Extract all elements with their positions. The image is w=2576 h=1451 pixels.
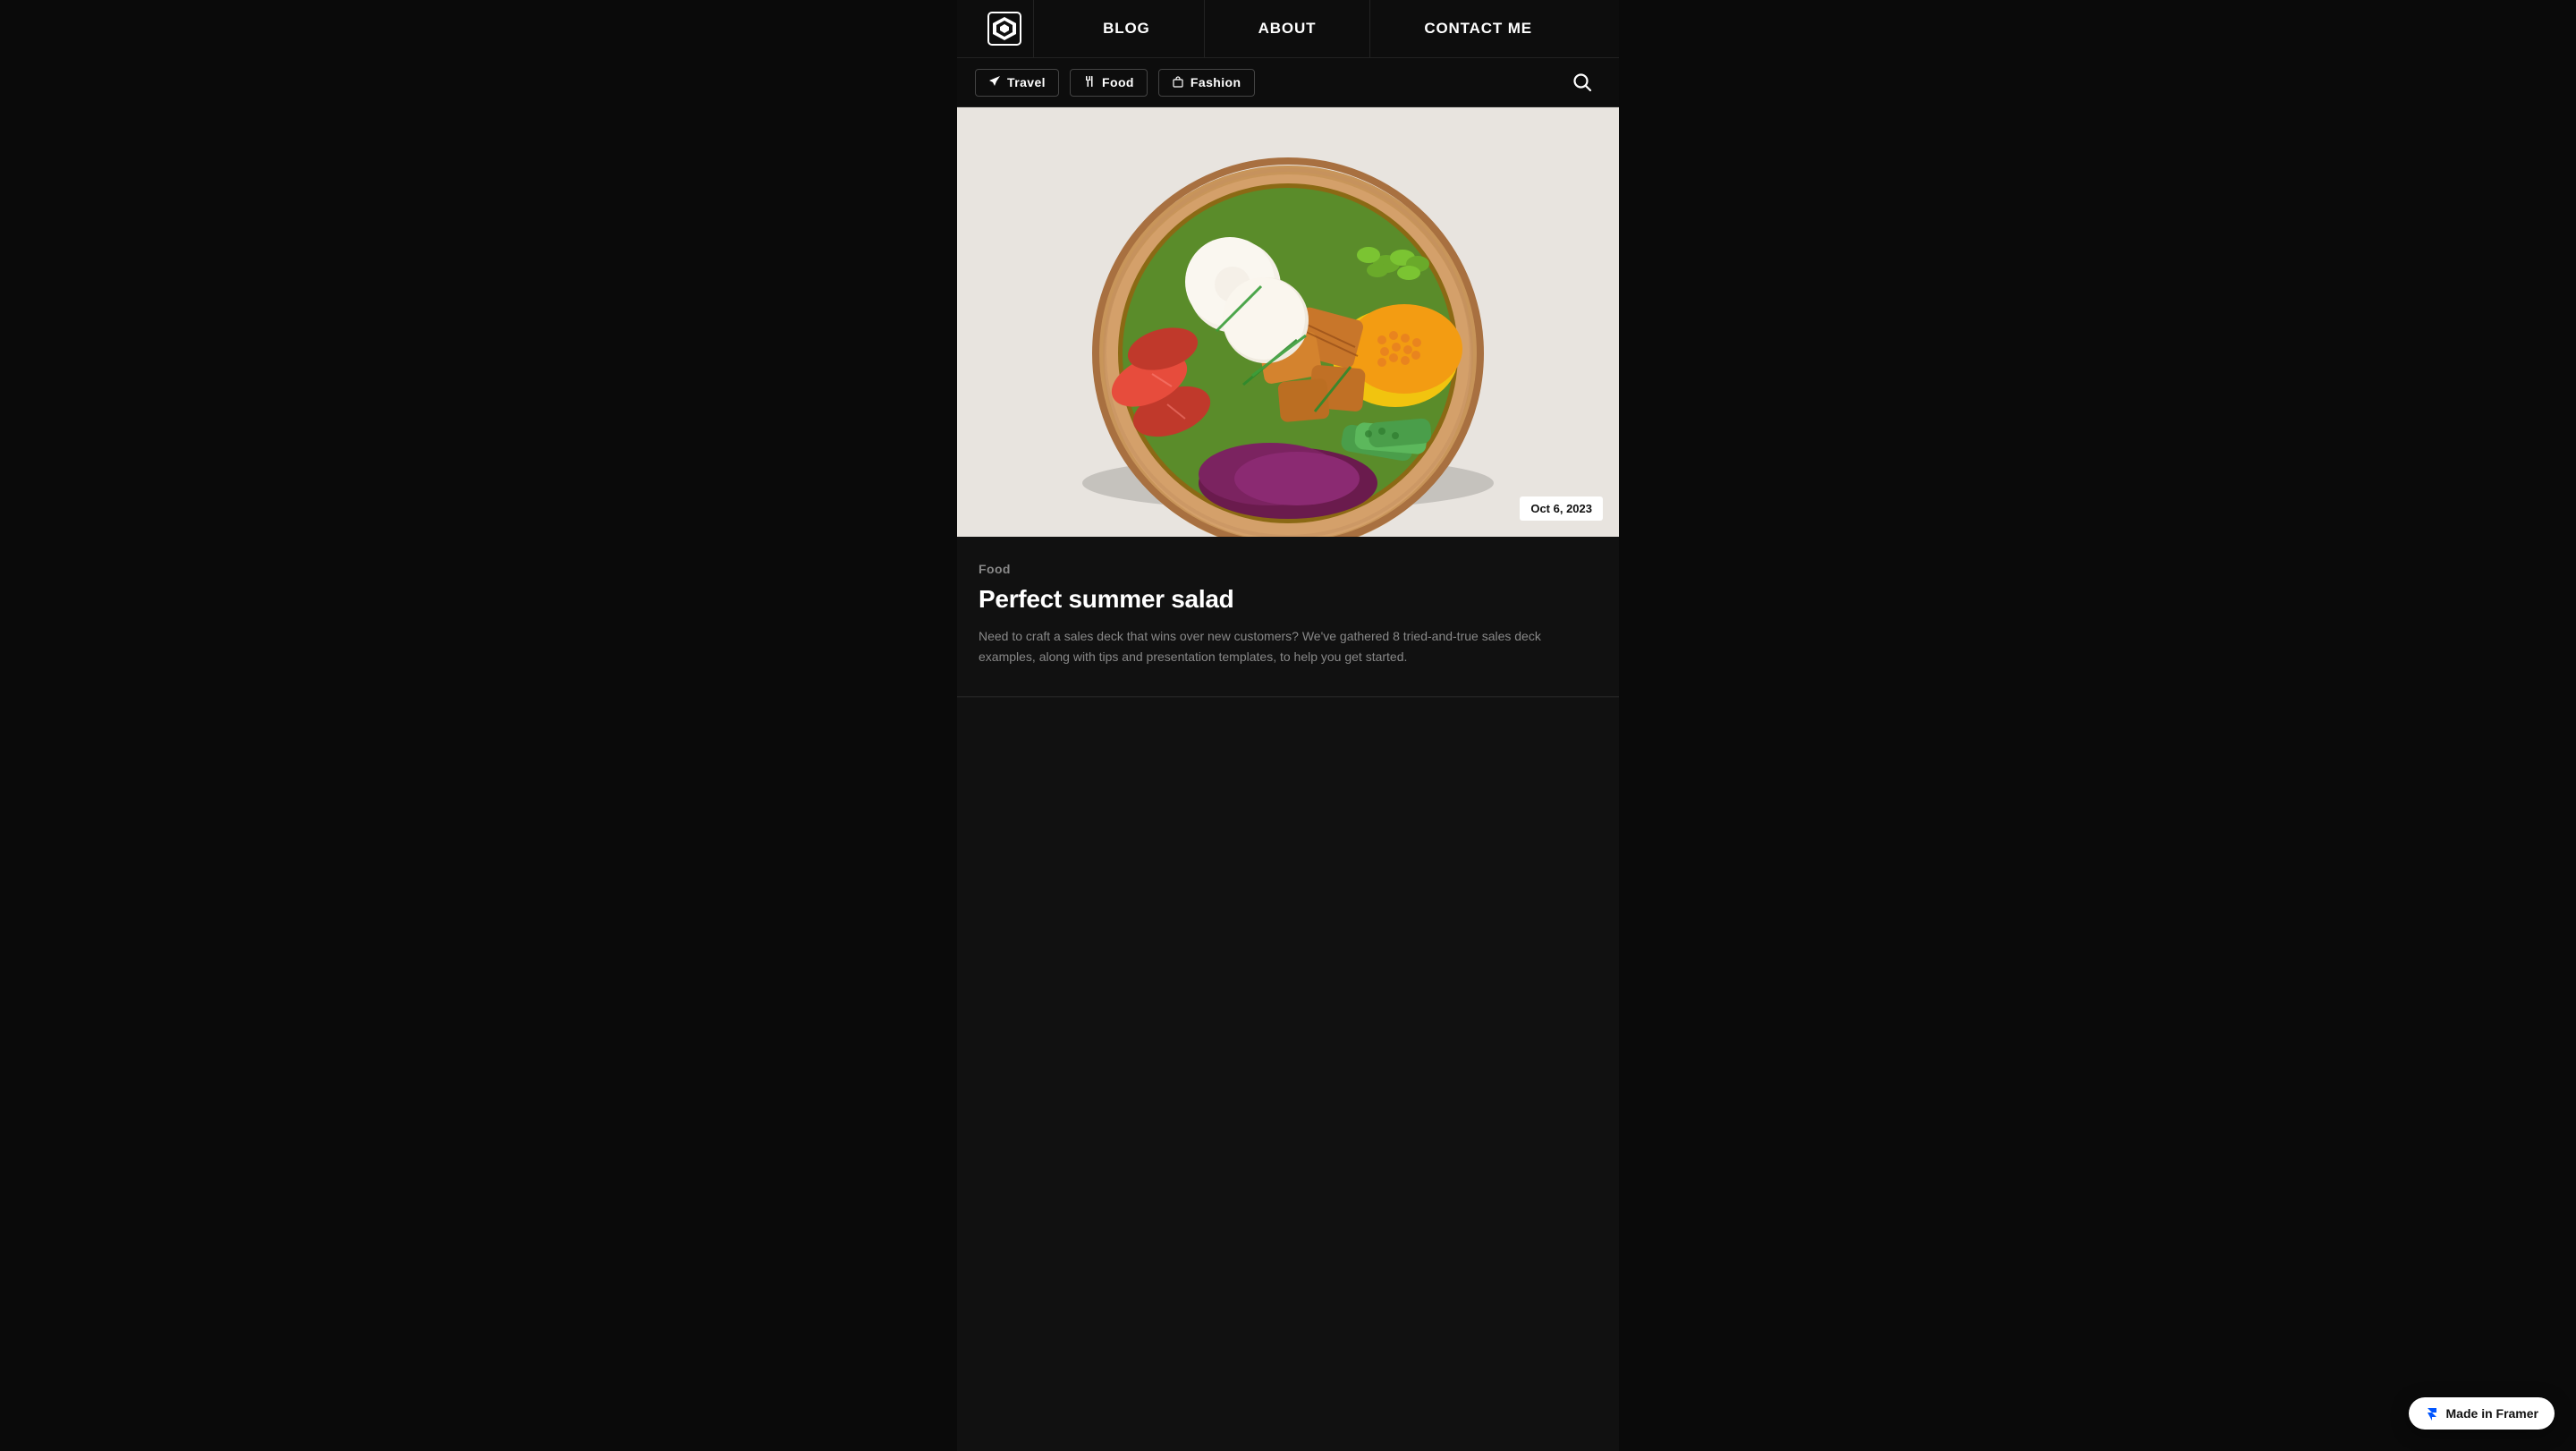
date-badge: Oct 6, 2023 [1520, 496, 1603, 521]
fashion-label: Fashion [1191, 75, 1241, 89]
tag-travel[interactable]: Travel [975, 69, 1059, 97]
food-label: Food [1102, 75, 1134, 89]
article-category: Food [979, 562, 1597, 576]
search-icon [1572, 72, 1592, 92]
article-content: Food Perfect summer salad Need to craft … [957, 537, 1619, 697]
nav-links: BLOG ABOUT CONTACT ME [1034, 0, 1601, 58]
fork-icon [1083, 75, 1096, 90]
navbar: BLOG ABOUT CONTACT ME [957, 0, 1619, 58]
tag-food[interactable]: Food [1070, 69, 1148, 97]
hero-food-image [957, 107, 1619, 537]
food-bowl-svg [957, 107, 1619, 537]
plane-icon [988, 75, 1001, 90]
bag-icon [1172, 75, 1184, 90]
article-title: Perfect summer salad [979, 585, 1597, 614]
subnav: Travel Food Fashion [957, 58, 1619, 107]
logo-icon [987, 12, 1021, 46]
framer-badge[interactable]: Made in Framer [2409, 1397, 2555, 1430]
bottom-card [957, 697, 1619, 742]
hero-image-container: Oct 6, 2023 [957, 107, 1619, 537]
framer-logo-icon [2425, 1406, 2439, 1421]
nav-link-about[interactable]: ABOUT [1205, 20, 1370, 38]
search-button[interactable] [1563, 64, 1601, 101]
nav-link-contact[interactable]: CONTACT ME [1370, 20, 1586, 38]
page-wrapper: BLOG ABOUT CONTACT ME Travel [957, 0, 1619, 1451]
article-excerpt: Need to craft a sales deck that wins ove… [979, 626, 1597, 667]
nav-link-blog[interactable]: BLOG [1049, 20, 1204, 38]
tag-fashion[interactable]: Fashion [1158, 69, 1255, 97]
travel-label: Travel [1007, 75, 1046, 89]
framer-badge-label: Made in Framer [2446, 1406, 2538, 1421]
logo-area[interactable] [975, 12, 1033, 46]
